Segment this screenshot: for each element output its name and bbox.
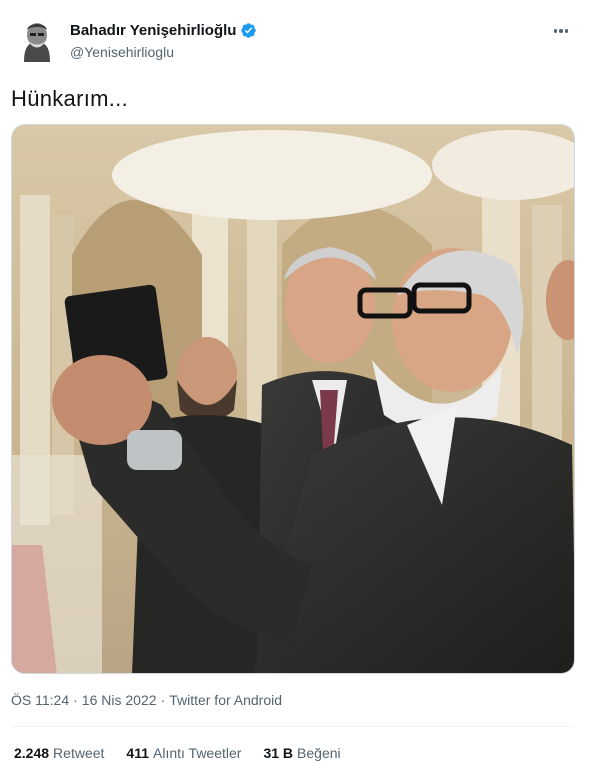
tweet-time[interactable]: ÖS 11:24 bbox=[11, 692, 69, 708]
author-name-row[interactable]: Bahadır Yenişehirlioğlu bbox=[70, 22, 257, 39]
meta-separator-2: · bbox=[160, 692, 166, 708]
likes-count: 31 B bbox=[263, 745, 294, 761]
retweets-label: Retweet bbox=[53, 745, 105, 761]
tweet-date[interactable]: 16 Nis 2022 bbox=[82, 692, 157, 708]
meta-separator: · bbox=[73, 692, 78, 708]
quotes-stat[interactable]: 411 Alıntı Tweetler bbox=[126, 745, 241, 761]
author-avatar[interactable] bbox=[16, 18, 58, 66]
retweets-stat[interactable]: 2.248 Retweet bbox=[14, 745, 104, 761]
quotes-label: Alıntı Tweetler bbox=[153, 745, 242, 761]
tweet-source[interactable]: Twitter for Android bbox=[169, 692, 282, 708]
more-horizontal-icon[interactable] bbox=[550, 22, 572, 40]
tweet-meta: ÖS 11:24 · 16 Nis 2022 · Twitter for Android bbox=[11, 692, 282, 708]
photo-image bbox=[12, 125, 574, 673]
stats-divider bbox=[11, 726, 574, 727]
likes-label: Beğeni bbox=[297, 745, 341, 761]
tweet-stats: 2.248 Retweet 411 Alıntı Tweetler 31 B Beğe… bbox=[14, 745, 341, 761]
quotes-count: 411 bbox=[126, 745, 149, 761]
author-display-name[interactable]: Bahadır Yenişehirlioğlu bbox=[70, 22, 236, 39]
tweet-photo[interactable] bbox=[11, 124, 575, 674]
retweets-count: 2.248 bbox=[14, 745, 50, 761]
likes-stat[interactable]: 31 B Beğeni bbox=[263, 745, 340, 761]
avatar-portrait-icon bbox=[16, 18, 58, 66]
author-handle[interactable]: @Yenisehirlioglu bbox=[70, 44, 174, 60]
tweet-text: Hünkarım... bbox=[11, 86, 128, 111]
verified-badge-icon bbox=[241, 23, 257, 38]
